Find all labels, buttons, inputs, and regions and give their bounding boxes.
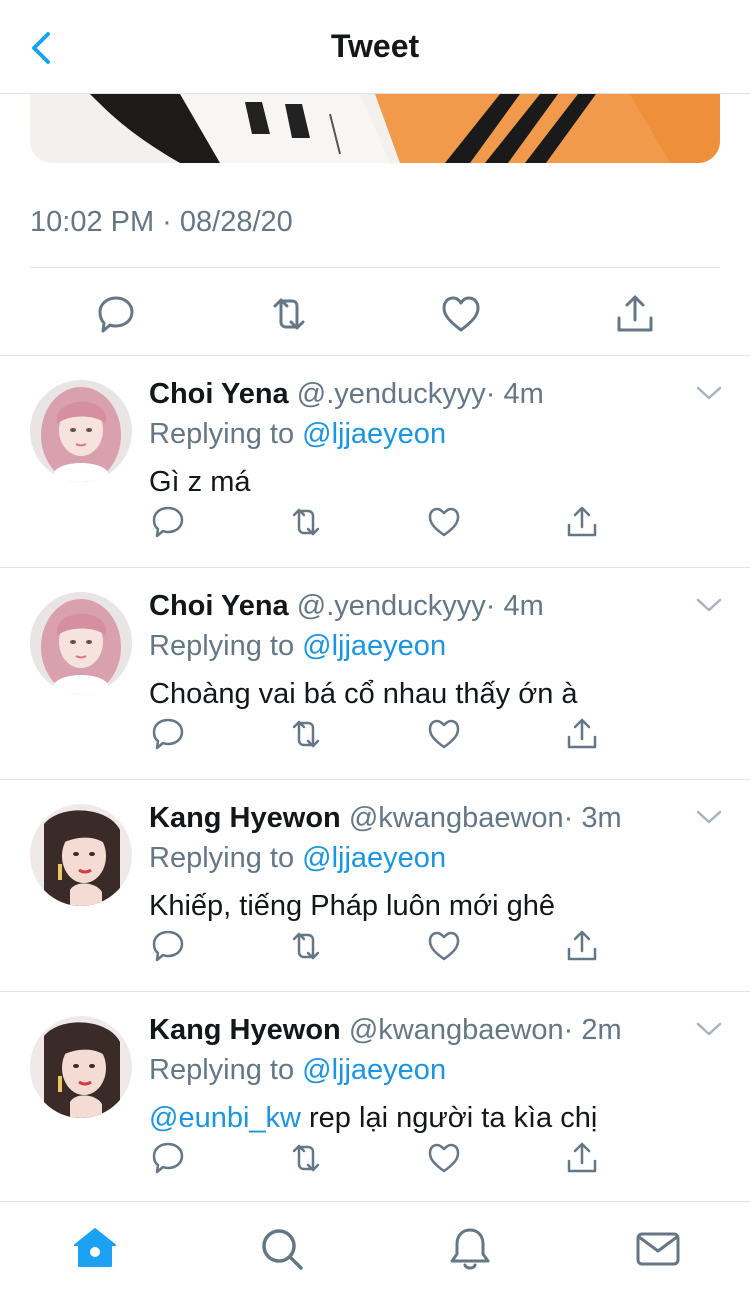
reply-time: · 4m (485, 378, 544, 410)
text-mention[interactable]: @eunbi_kw (149, 1102, 301, 1134)
share-icon[interactable] (564, 504, 600, 540)
like-icon[interactable] (426, 504, 462, 540)
reply-time: · 4m (485, 590, 544, 622)
replying-to: Replying to @ljjaeyeon (149, 1054, 446, 1087)
reply-text: Khiếp, tiếng Pháp luôn mới ghê (149, 890, 555, 923)
username[interactable]: @kwangbaewon (349, 1014, 564, 1046)
reply-body: rep lại người ta kìa chị (300, 1102, 598, 1134)
media-photo (30, 94, 720, 163)
share-icon[interactable] (613, 292, 657, 336)
retweet-icon[interactable] (288, 1140, 324, 1176)
username[interactable]: @kwangbaewon (349, 802, 564, 834)
like-icon[interactable] (439, 292, 483, 336)
reply-body: Khiếp, tiếng Pháp luôn mới ghê (149, 890, 555, 922)
display-name[interactable]: Choi Yena (149, 378, 289, 410)
reply-tweet[interactable]: Choi Yena @.yenduckyyy· 4m Replying to @… (0, 568, 750, 780)
replying-to: Replying to @ljjaeyeon (149, 418, 446, 451)
bottom-tab-bar (0, 1201, 750, 1298)
replying-to: Replying to @ljjaeyeon (149, 842, 446, 875)
reply-icon[interactable] (150, 1140, 186, 1176)
retweet-icon[interactable] (288, 716, 324, 752)
divider (30, 267, 720, 268)
retweet-icon[interactable] (288, 928, 324, 964)
replying-to-mention[interactable]: @ljjaeyeon (302, 842, 446, 874)
display-name[interactable]: Kang Hyewon (149, 1014, 341, 1046)
chevron-down-icon[interactable] (694, 382, 724, 404)
chevron-down-icon[interactable] (694, 1018, 724, 1040)
share-icon[interactable] (564, 928, 600, 964)
share-icon[interactable] (564, 1140, 600, 1176)
replying-to: Replying to @ljjaeyeon (149, 630, 446, 663)
reply-body: Choàng vai bá cổ nhau thấy ớn à (149, 678, 578, 710)
reply-time: · 3m (563, 802, 622, 834)
reply-tweet[interactable]: Kang Hyewon @kwangbaewon· 2m Replying to… (0, 992, 750, 1204)
replying-to-mention[interactable]: @ljjaeyeon (302, 630, 446, 662)
avatar[interactable] (30, 380, 132, 482)
reply-author: Choi Yena @.yenduckyyy· 4m (149, 590, 544, 623)
reply-author: Kang Hyewon @kwangbaewon· 3m (149, 802, 622, 835)
replying-to-label: Replying to (149, 418, 303, 450)
notifications-icon[interactable] (445, 1224, 495, 1274)
like-icon[interactable] (426, 1140, 462, 1176)
reply-time: · 2m (563, 1014, 622, 1046)
like-icon[interactable] (426, 928, 462, 964)
tweet-timestamp: 10:02 PM · 08/28/20 (30, 206, 293, 238)
reply-author: Kang Hyewon @kwangbaewon· 2m (149, 1014, 622, 1047)
search-icon[interactable] (257, 1224, 307, 1274)
replying-to-label: Replying to (149, 1054, 303, 1086)
replying-to-mention[interactable]: @ljjaeyeon (302, 418, 446, 450)
reply-text: Choàng vai bá cổ nhau thấy ớn à (149, 678, 578, 711)
reply-tweet[interactable]: Kang Hyewon @kwangbaewon· 3m Replying to… (0, 780, 750, 992)
reply-icon[interactable] (150, 504, 186, 540)
username[interactable]: @.yenduckyyy (297, 590, 486, 622)
page-title: Tweet (330, 28, 420, 64)
chevron-down-icon[interactable] (694, 594, 724, 616)
replying-to-label: Replying to (149, 842, 303, 874)
reply-body: Gì z má (149, 466, 251, 498)
reply-author: Choi Yena @.yenduckyyy· 4m (149, 378, 544, 411)
retweet-icon[interactable] (288, 504, 324, 540)
retweet-icon[interactable] (267, 292, 311, 336)
avatar[interactable] (30, 1016, 132, 1118)
reply-icon[interactable] (150, 716, 186, 752)
top-nav-bar: Tweet (0, 0, 750, 94)
share-icon[interactable] (564, 716, 600, 752)
username[interactable]: @.yenduckyyy (297, 378, 486, 410)
tweet-media-image[interactable] (30, 94, 720, 163)
replying-to-label: Replying to (149, 630, 303, 662)
reply-icon[interactable] (150, 928, 186, 964)
avatar[interactable] (30, 804, 132, 906)
reply-text: @eunbi_kw rep lại người ta kìa chị (149, 1102, 597, 1135)
like-icon[interactable] (426, 716, 462, 752)
tweet-action-bar (0, 270, 750, 356)
home-icon[interactable] (70, 1224, 120, 1274)
reply-icon[interactable] (94, 292, 138, 336)
avatar[interactable] (30, 592, 132, 694)
replying-to-mention[interactable]: @ljjaeyeon (302, 1054, 446, 1086)
display-name[interactable]: Choi Yena (149, 590, 289, 622)
reply-tweet[interactable]: Choi Yena @.yenduckyyy· 4m Replying to @… (0, 356, 750, 568)
reply-text: Gì z má (149, 466, 251, 499)
chevron-down-icon[interactable] (694, 806, 724, 828)
display-name[interactable]: Kang Hyewon (149, 802, 341, 834)
messages-icon[interactable] (633, 1224, 683, 1274)
